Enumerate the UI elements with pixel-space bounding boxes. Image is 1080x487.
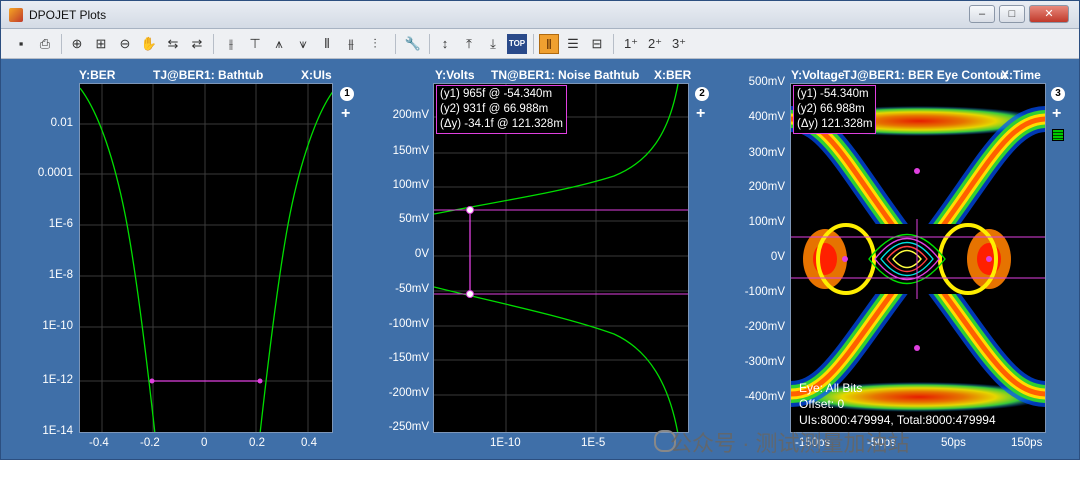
plot2-ytick: 50mV: [398, 213, 429, 225]
bathtub-right-trace: [259, 91, 332, 432]
plot3-ytick: -100mV: [744, 286, 785, 298]
plot1-ytick: 1E-6: [48, 218, 73, 230]
cursor-peak-icon[interactable]: ⩚: [269, 34, 289, 54]
plot3-xtick: 50ps: [941, 437, 966, 449]
plot1-bathtub[interactable]: [79, 83, 333, 433]
watermark: 公众号 · 测试测量加油站: [670, 431, 910, 456]
plot-3-icon[interactable]: 3⁺: [669, 34, 689, 54]
layout-rows-icon[interactable]: ☰: [563, 34, 583, 54]
print-icon[interactable]: ⎙: [35, 34, 55, 54]
plot2-add-button[interactable]: +: [696, 105, 705, 123]
close-button[interactable]: ✕: [1029, 5, 1069, 23]
plot1-title: TJ@BER1: Bathtub: [153, 68, 264, 82]
plot1-ytick: 1E-14: [42, 425, 73, 437]
window-title: DPOJET Plots: [29, 8, 107, 22]
plot1-xtick: 0: [201, 437, 208, 449]
layout-grid-icon[interactable]: ⊟: [587, 34, 607, 54]
cursor-v-icon[interactable]: ⫲: [221, 34, 241, 54]
plot3-title: TJ@BER1: BER Eye Contour: [843, 68, 1009, 82]
plot1-number-badge[interactable]: 1: [340, 87, 354, 101]
plot3-number-badge[interactable]: 3: [1051, 87, 1065, 101]
maximize-button[interactable]: □: [999, 5, 1025, 23]
title-bar[interactable]: DPOJET Plots – □ ✕: [1, 1, 1079, 29]
cursor-extra-icon[interactable]: ⫶: [365, 34, 385, 54]
plot2-ytick: -200mV: [388, 387, 429, 399]
layout-columns-icon[interactable]: ⦀: [539, 34, 559, 54]
plot3-ytick: -300mV: [744, 356, 785, 368]
plot2-svg: [434, 84, 688, 432]
plot1-ytick: 1E-10: [42, 320, 73, 332]
cursor-lock-icon[interactable]: ⫴: [317, 34, 337, 54]
top-icon[interactable]: TOP: [507, 34, 527, 54]
plot-1-icon[interactable]: 1⁺: [621, 34, 641, 54]
plot2-noise-bathtub[interactable]: (y1) 965f @ -54.340m (y2) 931f @ 66.988m…: [433, 83, 689, 433]
plot2-ytick: -150mV: [388, 352, 429, 364]
plot1-ytick: 1E-8: [48, 269, 73, 281]
zoom-area-icon[interactable]: ⊞: [91, 34, 111, 54]
minimize-button[interactable]: –: [969, 5, 995, 23]
plot2-ytick: -50mV: [395, 283, 429, 295]
wrench-icon[interactable]: 🔧: [403, 34, 423, 54]
plot3-cursor-readout: (y1) -54.340m (y2) 66.988m (Δy) 121.328m: [793, 85, 877, 134]
plot3-y-label: Y:Voltage: [791, 68, 845, 82]
pan-hand-icon[interactable]: ✋: [139, 34, 159, 54]
zoom-in-icon[interactable]: ⊕: [67, 34, 87, 54]
plot1-y-label: Y:BER: [79, 68, 116, 82]
cursor-ref-icon[interactable]: ⩛: [293, 34, 313, 54]
plot2-title: TN@BER1: Noise Bathtub: [491, 68, 640, 82]
plot1-ytick: 0.0001: [37, 167, 73, 179]
plot1-add-button[interactable]: +: [341, 105, 350, 123]
align-bottom-icon[interactable]: ⤓: [483, 34, 503, 54]
plot2-ytick: 200mV: [392, 109, 429, 121]
plot3-ytick: 400mV: [748, 111, 785, 123]
plot2-x-label: X:BER: [654, 68, 692, 82]
save-icon[interactable]: ▪: [11, 34, 31, 54]
plot3-legend-icon[interactable]: [1052, 129, 1064, 141]
plot3-ytick: 200mV: [748, 181, 785, 193]
plot2-ytick: 100mV: [392, 179, 429, 191]
plot2-xtick: 1E-10: [490, 437, 521, 449]
plot3-eye-info: Eye: All Bits Offset: 0 UIs:8000:479994,…: [799, 381, 996, 427]
plot2-ytick: 150mV: [392, 145, 429, 157]
plot-2-icon[interactable]: 2⁺: [645, 34, 665, 54]
plot1-xtick: 0.2: [249, 437, 265, 449]
plot1-xtick: -0.4: [89, 437, 109, 449]
plot3-xtick: 150ps: [1011, 437, 1043, 449]
plot3-ytick: 100mV: [748, 216, 785, 228]
align-top-icon[interactable]: ⤒: [459, 34, 479, 54]
plot3-ytick: -400mV: [744, 391, 785, 403]
plot1-xtick: -0.2: [140, 437, 160, 449]
plot2-ytick: -250mV: [388, 421, 429, 433]
plot2-y-label: Y:Volts: [435, 68, 475, 82]
plot2-xtick: 1E-5: [581, 437, 606, 449]
plot1-ytick: 1E-12: [42, 374, 73, 386]
plot3-ytick: 0V: [770, 251, 785, 263]
autoscale-icon[interactable]: ↕: [435, 34, 455, 54]
plot3-ytick: 500mV: [748, 76, 785, 88]
pan-right-icon[interactable]: ⇄: [187, 34, 207, 54]
zoom-out-icon[interactable]: ⊖: [115, 34, 135, 54]
cursor-track-icon[interactable]: ⫵: [341, 34, 361, 54]
plot3-ytick: 300mV: [748, 147, 785, 159]
toolbar: ▪ ⎙ ⊕ ⊞ ⊖ ✋ ⇆ ⇄ ⫲ ⊤ ⩚ ⩛ ⫴ ⫵ ⫶ 🔧 ↕ ⤒ ⤓ TO…: [1, 29, 1079, 59]
plot2-ytick: 0V: [414, 248, 429, 260]
plot1-xtick: 0.4: [301, 437, 317, 449]
plot3-x-label: X:Time: [1001, 68, 1041, 82]
plot2-cursor-readout: (y1) 965f @ -54.340m (y2) 931f @ 66.988m…: [436, 85, 567, 134]
plot3-add-button[interactable]: +: [1052, 105, 1061, 123]
cursor-h-icon[interactable]: ⊤: [245, 34, 265, 54]
app-icon: [9, 8, 23, 22]
dpojet-plots-window: DPOJET Plots – □ ✕ ▪ ⎙ ⊕ ⊞ ⊖ ✋ ⇆ ⇄ ⫲ ⊤ ⩚…: [0, 0, 1080, 460]
plot2-ytick: -100mV: [388, 318, 429, 330]
plot3-ytick: -200mV: [744, 321, 785, 333]
plot1-ytick: 0.01: [50, 117, 73, 129]
plot1-svg: [80, 84, 332, 432]
plot1-x-label: X:UIs: [301, 68, 332, 82]
plot2-number-badge[interactable]: 2: [695, 87, 709, 101]
plot3-eye-contour[interactable]: (y1) -54.340m (y2) 66.988m (Δy) 121.328m…: [790, 83, 1046, 433]
pan-left-icon[interactable]: ⇆: [163, 34, 183, 54]
